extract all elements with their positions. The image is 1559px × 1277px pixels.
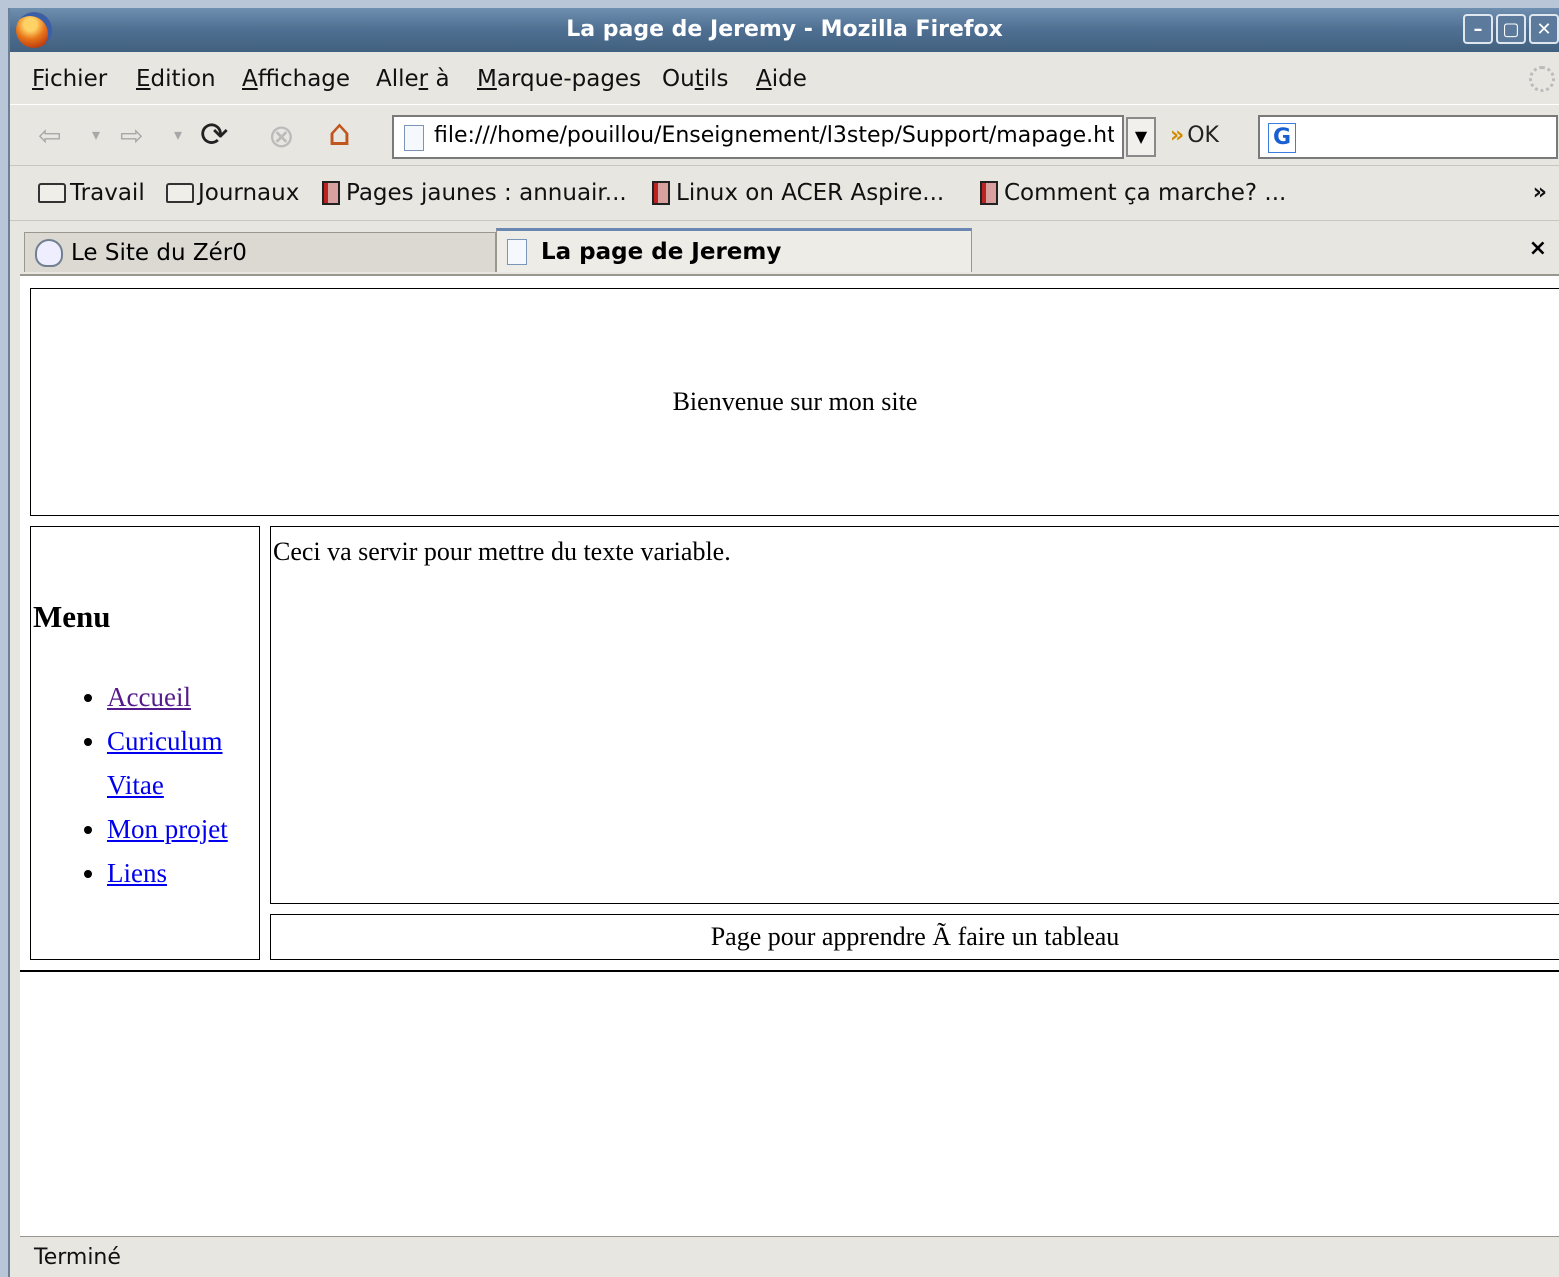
url-input[interactable]: [434, 123, 1114, 148]
page-content: Bienvenue sur mon site Menu Accueil Curi…: [20, 274, 1559, 1238]
navigation-toolbar: ⇦ ▾ ⇨ ▾ ⟳ ⊗ ⌂ ▼ »OK G: [10, 104, 1559, 166]
menu-marque-pages[interactable]: Marque-pages: [477, 66, 641, 92]
close-window-button[interactable]: ✕: [1529, 14, 1559, 44]
reload-icon[interactable]: ⟳: [200, 115, 229, 155]
status-text: Terminé: [34, 1245, 121, 1270]
layout-table: Bienvenue sur mon site Menu Accueil Curi…: [20, 284, 1559, 972]
go-button[interactable]: » OK: [1170, 123, 1219, 148]
link-liens[interactable]: Liens: [107, 858, 167, 888]
bookmarks-overflow-chevron[interactable]: »: [1533, 180, 1547, 205]
list-item: Curiculum Vitae: [107, 719, 259, 807]
list-item: Liens: [107, 851, 259, 895]
page-icon: [404, 125, 424, 151]
menu-aller[interactable]: Aller à: [376, 66, 450, 92]
search-box[interactable]: G: [1258, 115, 1558, 159]
bookmark-icon: [652, 181, 670, 205]
banner-cell: Bienvenue sur mon site: [30, 288, 1559, 516]
menu-affichage[interactable]: Affichage: [242, 66, 350, 92]
back-arrow-icon[interactable]: ⇦: [38, 119, 61, 152]
go-icon: »: [1170, 123, 1185, 148]
menu-cell: Menu Accueil Curiculum Vitae Mon projet …: [30, 526, 260, 960]
banner-text: Bienvenue sur mon site: [672, 387, 918, 416]
main-text: Ceci va servir pour mettre du texte vari…: [273, 537, 731, 566]
menu-fichier[interactable]: Fichier: [32, 66, 107, 92]
minimize-button[interactable]: –: [1463, 14, 1493, 44]
tab-site-du-zero[interactable]: Le Site du Zér0: [24, 232, 496, 272]
title-bar[interactable]: La page de Jeremy - Mozilla Firefox – ▢ …: [10, 8, 1559, 52]
tab-page-de-jeremy[interactable]: La page de Jeremy: [496, 228, 972, 272]
browser-window: La page de Jeremy - Mozilla Firefox – ▢ …: [8, 8, 1559, 1277]
menu-list: Accueil Curiculum Vitae Mon projet Liens: [31, 675, 259, 895]
menu-title: Menu: [33, 599, 111, 634]
forward-arrow-icon[interactable]: ⇨: [120, 119, 143, 152]
site-du-zero-favicon-icon: [35, 238, 63, 267]
window-title: La page de Jeremy - Mozilla Firefox: [566, 17, 1003, 42]
tab-bar: Le Site du Zér0 La page de Jeremy ×: [10, 222, 1559, 274]
menu-outils[interactable]: Outils: [662, 66, 728, 92]
menu-bar: Fichier Edition Affichage Aller à Marque…: [10, 54, 1559, 98]
google-search-icon[interactable]: G: [1268, 123, 1296, 153]
url-history-dropdown[interactable]: ▼: [1126, 117, 1156, 157]
link-curiculum-vitae[interactable]: Curiculum Vitae: [107, 726, 223, 800]
footer-text: Page pour apprendre Ã faire un tableau: [710, 922, 1120, 951]
main-content-cell: Ceci va servir pour mettre du texte vari…: [270, 526, 1559, 904]
link-mon-projet[interactable]: Mon projet: [107, 814, 228, 844]
url-bar[interactable]: [392, 115, 1124, 159]
throbber-icon: [1529, 66, 1555, 92]
bookmark-journaux[interactable]: Journaux: [166, 180, 299, 206]
bookmarks-toolbar: Travail Journaux Pages jaunes : annuair.…: [10, 166, 1559, 221]
stop-icon[interactable]: ⊗: [268, 117, 295, 155]
forward-history-dropdown-icon[interactable]: ▾: [174, 125, 182, 144]
tab-label: La page de Jeremy: [541, 238, 782, 265]
menu-aide[interactable]: Aide: [756, 66, 807, 92]
maximize-button[interactable]: ▢: [1496, 14, 1526, 44]
bookmark-linux-acer[interactable]: Linux on ACER Aspire...: [652, 180, 944, 206]
list-item: Mon projet: [107, 807, 259, 851]
page-icon: [507, 238, 527, 265]
folder-icon: [38, 183, 66, 203]
footer-cell: Page pour apprendre Ã faire un tableau: [270, 914, 1559, 960]
bookmark-travail[interactable]: Travail: [38, 180, 145, 206]
bookmark-pages-jaunes[interactable]: Pages jaunes : annuair...: [322, 180, 627, 206]
home-icon[interactable]: ⌂: [328, 113, 351, 154]
close-tab-icon[interactable]: ×: [1529, 236, 1547, 261]
bookmark-icon: [322, 181, 340, 205]
folder-icon: [166, 183, 194, 203]
link-accueil[interactable]: Accueil: [107, 682, 191, 712]
menu-edition[interactable]: Edition: [136, 66, 216, 92]
tab-label: Le Site du Zér0: [71, 239, 247, 266]
status-bar: Terminé: [20, 1236, 1559, 1277]
list-item: Accueil: [107, 675, 259, 719]
bookmark-comment-ca-marche[interactable]: Comment ça marche? ...: [980, 180, 1286, 206]
back-history-dropdown-icon[interactable]: ▾: [92, 125, 100, 144]
bookmark-icon: [980, 181, 998, 205]
